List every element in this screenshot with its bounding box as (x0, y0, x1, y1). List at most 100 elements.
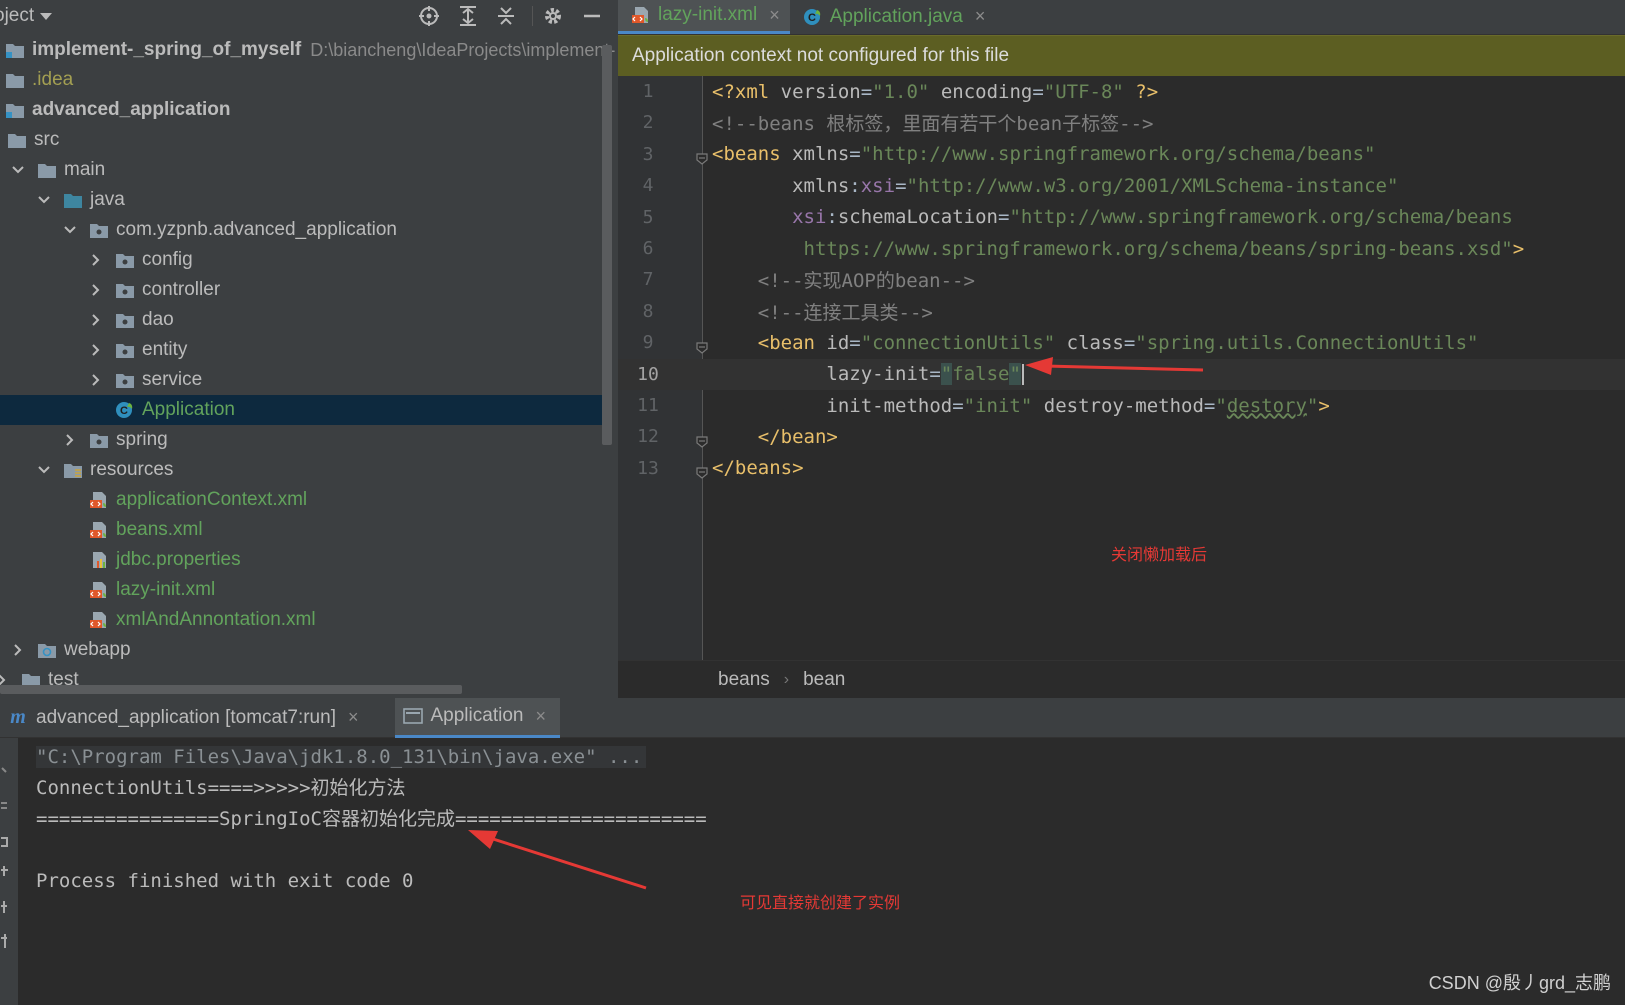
code-text: </beans> (712, 457, 804, 479)
code-line[interactable]: 7 <!--实现AOP的bean--> (618, 264, 1625, 295)
tree-item-label: xmlAndAnnontation.xml (116, 609, 316, 630)
chevron-down-icon[interactable] (10, 162, 26, 178)
editor-tab-application-java[interactable]: C Application.java × (790, 0, 996, 34)
module-icon (4, 101, 26, 119)
line-number: 7 (642, 269, 654, 291)
chevron-right-icon[interactable] (88, 372, 104, 388)
tree-item-src[interactable]: src (0, 125, 604, 155)
close-icon[interactable]: × (975, 6, 986, 27)
code-line[interactable]: 11 init-method="init" destroy-method="de… (618, 390, 1625, 421)
code-token: <?xml (712, 80, 781, 103)
code-token: init-method (712, 394, 953, 417)
watermark: CSDN @殷丿grd_志鹏 (1428, 973, 1611, 993)
code-line[interactable]: 3 <beans xmlns="http://www.springframewor… (618, 139, 1625, 170)
tree-item-com-yzpnb-advanced-application[interactable]: com.yzpnb.advanced_application (0, 215, 604, 245)
project-tool-window: oject implement-_spring_of_myself D:\bian… (0, 0, 618, 698)
run-toolbar (0, 738, 18, 1005)
chevron-down-icon[interactable] (36, 192, 52, 208)
breadcrumb-item-bean[interactable]: bean (803, 669, 845, 691)
run-tab-bar: m advanced_application [tomcat7:run] × Appl… (0, 697, 1625, 738)
spring-class-icon: C (114, 401, 136, 419)
code-line[interactable]: 9 <bean id="connectionUtils" class="spri… (618, 327, 1625, 358)
tree-item-spring[interactable]: spring (0, 425, 604, 455)
tree-item-implement-spring-of-myself[interactable]: implement-_spring_of_myself D:\biancheng\… (0, 35, 615, 65)
gear-icon[interactable] (541, 4, 565, 28)
chevron-right-icon[interactable] (88, 312, 104, 328)
code-token: "http://www.springframework.org/schema/b… (1009, 206, 1513, 229)
code-line[interactable]: 1 <?xml version="1.0" encoding="UTF-8" ?> (618, 76, 1625, 107)
tree-item-label: Application (142, 399, 235, 420)
run-tab-advanced-application-tomcat7-run[interactable]: m advanced_application [tomcat7:run] × (0, 698, 373, 738)
minimize-icon[interactable] (580, 4, 604, 28)
tree-item-applicationcontext-xml[interactable]: applicationContext.xml (0, 485, 604, 515)
chevron-right-icon[interactable] (10, 642, 26, 658)
code-line[interactable]: 13 </beans> (618, 453, 1625, 484)
chevron-right-icon[interactable] (88, 282, 104, 298)
tree-item-idea[interactable]: .idea (0, 65, 604, 95)
fold-marker-icon[interactable] (696, 148, 708, 166)
tree-item-advanced-application[interactable]: advanced_application (0, 95, 604, 125)
tree-item-config[interactable]: config (0, 245, 604, 275)
tree-item-controller[interactable]: controller (0, 275, 604, 305)
tree-horizontal-scrollbar[interactable] (0, 685, 462, 694)
fold-marker-icon[interactable] (696, 337, 708, 354)
code-token: <!--实现AOP的bean--> (712, 270, 975, 293)
collapse-all-icon[interactable] (494, 4, 518, 28)
xml-file-icon (88, 611, 110, 629)
console-icon (401, 705, 425, 727)
properties-file-icon (88, 551, 110, 569)
code-token: = (1203, 394, 1216, 417)
line-number: 12 (637, 426, 659, 448)
chevron-right-icon[interactable] (88, 252, 104, 268)
code-token: = (860, 80, 873, 103)
breadcrumb-item-beans[interactable]: beans (718, 669, 770, 691)
code-line[interactable]: 4 xmlns:xsi="http://www.w3.org/2001/XMLS… (618, 170, 1625, 201)
tree-item-jdbc-properties[interactable]: jdbc.properties (0, 545, 604, 575)
close-icon[interactable]: × (769, 5, 780, 26)
close-icon[interactable]: × (348, 707, 359, 728)
tree-item-label: beans.xml (116, 519, 203, 540)
close-icon[interactable]: × (535, 706, 546, 727)
tree-item-webapp[interactable]: webapp (0, 635, 604, 665)
tree-item-beans-xml[interactable]: beans.xml (0, 515, 604, 545)
line-number: 6 (642, 238, 654, 259)
tree-item-lazy-init-xml[interactable]: lazy-init.xml (0, 575, 604, 605)
run-tab-application[interactable]: Application × (394, 697, 560, 738)
tree-item-xmlandannontation-xml[interactable]: xmlAndAnnontation.xml (0, 605, 604, 635)
expand-all-icon[interactable] (456, 4, 480, 28)
tree-item-main[interactable]: main (0, 155, 604, 185)
breadcrumb: beans › bean (618, 660, 1625, 698)
tree-item-label: webapp (64, 639, 131, 660)
code-line[interactable]: 2 <!--beans 根标签，里面有若干个bean子标签--> (618, 107, 1625, 138)
chevron-down-icon[interactable] (36, 462, 52, 478)
editor-pane: lazy-init.xml × C Application.java × Applica… (618, 0, 1625, 698)
tree-item-java[interactable]: java (0, 185, 604, 215)
editor-tab-lazy-init-xml[interactable]: lazy-init.xml × (618, 0, 790, 34)
code-line[interactable]: 5 xsi:schemaLocation="http://www.springf… (618, 202, 1625, 233)
chevron-right-icon[interactable] (88, 342, 104, 358)
tree-item-application[interactable]: C Application (0, 395, 604, 425)
fold-marker-icon[interactable] (696, 431, 708, 448)
svg-text:C: C (120, 405, 128, 417)
code-line[interactable]: 6 https://www.springframework.org/schema… (618, 233, 1625, 264)
tree-item-resources[interactable]: resources (0, 455, 604, 485)
tree-item-dao[interactable]: dao (0, 305, 604, 335)
code-token: = (929, 363, 941, 386)
locate-icon[interactable] (417, 4, 441, 28)
header-divider (532, 6, 533, 26)
project-view-title[interactable]: oject (0, 5, 34, 27)
code-token: " (1009, 363, 1021, 386)
tree-item-service[interactable]: service (0, 365, 604, 395)
chevron-down-icon[interactable] (62, 222, 78, 238)
fold-marker-icon[interactable] (696, 462, 708, 480)
chevron-right-icon[interactable] (62, 432, 78, 448)
tree-item-entity[interactable]: entity (0, 335, 604, 365)
code-line[interactable]: 8 <!--连接工具类--> (618, 296, 1625, 327)
view-dropdown-icon[interactable] (40, 12, 53, 20)
line-number: 4 (642, 175, 654, 197)
tree-vertical-scrollbar[interactable] (602, 45, 612, 445)
code-line[interactable]: 12 </bean> (618, 421, 1625, 452)
tree-item-label: com.yzpnb.advanced_application (116, 219, 397, 240)
code-token: class (1055, 331, 1124, 354)
code-token: "UTF-8" (1043, 80, 1124, 103)
